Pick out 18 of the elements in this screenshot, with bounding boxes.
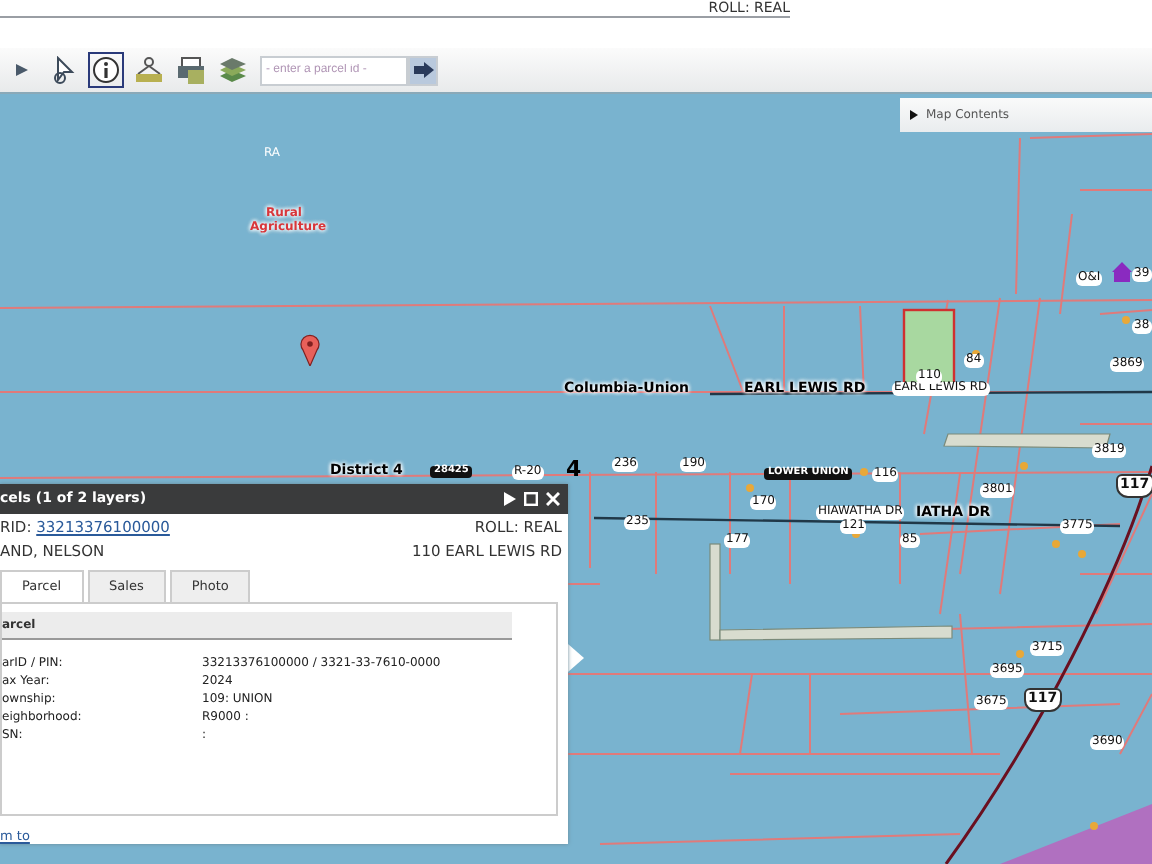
network-tool-button[interactable] [130,52,166,88]
house-icon [1112,262,1132,282]
printer-icon [175,56,205,84]
network-icon [133,56,163,84]
print-tool-button[interactable] [172,52,208,88]
identify-tool-button[interactable] [88,52,124,88]
pointer-icon [52,56,76,84]
maximize-icon[interactable] [524,491,538,506]
district-number: 4 [566,458,582,483]
close-icon[interactable] [546,491,560,506]
caret-right-icon [910,110,918,120]
play-icon[interactable] [504,491,516,506]
info-icon [92,56,120,84]
arrow-icon [16,60,28,80]
go-button[interactable] [408,55,438,85]
map-pin-icon [300,334,320,366]
layers-icon [217,56,247,84]
arrow-right-icon [413,62,433,78]
